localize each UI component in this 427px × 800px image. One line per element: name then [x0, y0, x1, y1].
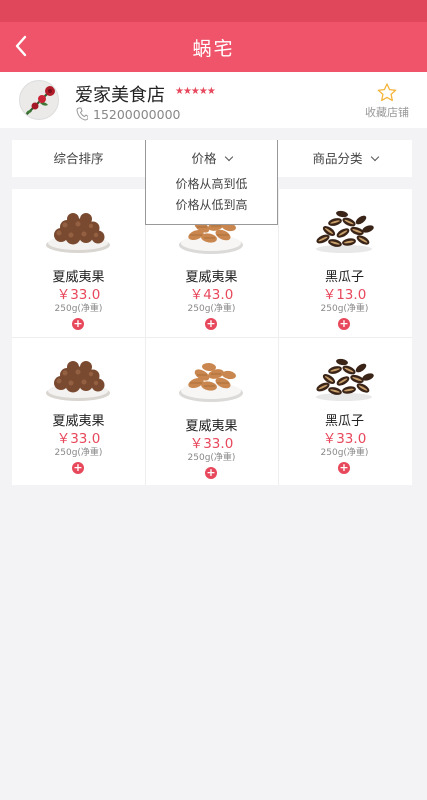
product-price: ￥33.0: [189, 436, 234, 452]
product-price: ￥33.0: [56, 431, 101, 447]
product-price: ￥13.0: [322, 287, 367, 303]
product-weight: 250g(净重): [54, 448, 103, 458]
product-weight: 250g(净重): [320, 448, 369, 458]
chevron-down-icon: [370, 152, 379, 162]
add-to-cart-button[interactable]: +: [72, 318, 84, 330]
shop-name: 爱家美食店: [75, 85, 165, 106]
shop-avatar[interactable]: [19, 80, 59, 120]
product-price: ￥33.0: [56, 287, 101, 303]
phone-icon: [76, 107, 88, 121]
add-to-cart-button[interactable]: +: [338, 318, 350, 330]
product-grid: 夏威夷果 ￥33.0 250g(净重) + 夏威夷果 ￥43.0 250g(净重…: [12, 189, 412, 485]
filter-label: 价格: [191, 151, 217, 166]
product-card[interactable]: 夏威夷果 ￥33.0 250g(净重) +: [12, 337, 145, 485]
add-to-cart-button[interactable]: +: [205, 318, 217, 330]
product-price: ￥43.0: [189, 287, 234, 303]
product-weight: 250g(净重): [187, 304, 236, 314]
product-image: [176, 355, 246, 403]
product-price: ￥33.0: [322, 431, 367, 447]
product-weight: 250g(净重): [187, 453, 236, 463]
star-icon: [377, 83, 397, 102]
status-bar: [0, 0, 427, 22]
add-to-cart-button[interactable]: +: [72, 462, 84, 474]
product-card[interactable]: 黑瓜子 ￥13.0 250g(净重) +: [278, 189, 411, 337]
product-card[interactable]: 黑瓜子 ￥33.0 250g(净重) +: [278, 337, 411, 485]
shop-header: 爱家美食店 ★★★★★ 15200000000 收藏店铺: [0, 72, 427, 128]
product-image: [43, 207, 113, 255]
product-card[interactable]: 夏威夷果 ￥33.0 250g(净重) +: [12, 189, 145, 337]
nav-bar: 蜗宅: [0, 22, 427, 72]
product-card[interactable]: 夏威夷果 ￥33.0 250g(净重) +: [145, 337, 278, 485]
shop-phone[interactable]: 15200000000: [93, 107, 180, 122]
favorite-label: 收藏店铺: [365, 106, 409, 119]
favorite-shop-button[interactable]: 收藏店铺: [362, 80, 412, 120]
sort-option-price-asc[interactable]: 价格从低到高: [146, 195, 277, 216]
product-image: [43, 355, 113, 403]
price-sort-dropdown: 价格从高到低 价格从低到高: [145, 170, 278, 225]
page-title: 蜗宅: [192, 38, 235, 60]
add-to-cart-button[interactable]: +: [205, 467, 217, 479]
add-to-cart-button[interactable]: +: [338, 462, 350, 474]
filter-category[interactable]: 商品分类: [278, 140, 412, 177]
product-weight: 250g(净重): [320, 304, 369, 314]
rating-stars: ★★★★★: [175, 86, 216, 97]
sort-option-price-desc[interactable]: 价格从高到低: [146, 174, 277, 195]
filter-label: 商品分类: [312, 151, 363, 166]
filter-sort-default[interactable]: 综合排序: [12, 140, 145, 177]
filter-label: 综合排序: [53, 151, 104, 166]
product-image: [309, 207, 379, 255]
product-weight: 250g(净重): [54, 304, 103, 314]
rose-logo-icon: [25, 86, 55, 116]
product-image: [309, 355, 379, 403]
chevron-down-icon: [224, 152, 233, 162]
